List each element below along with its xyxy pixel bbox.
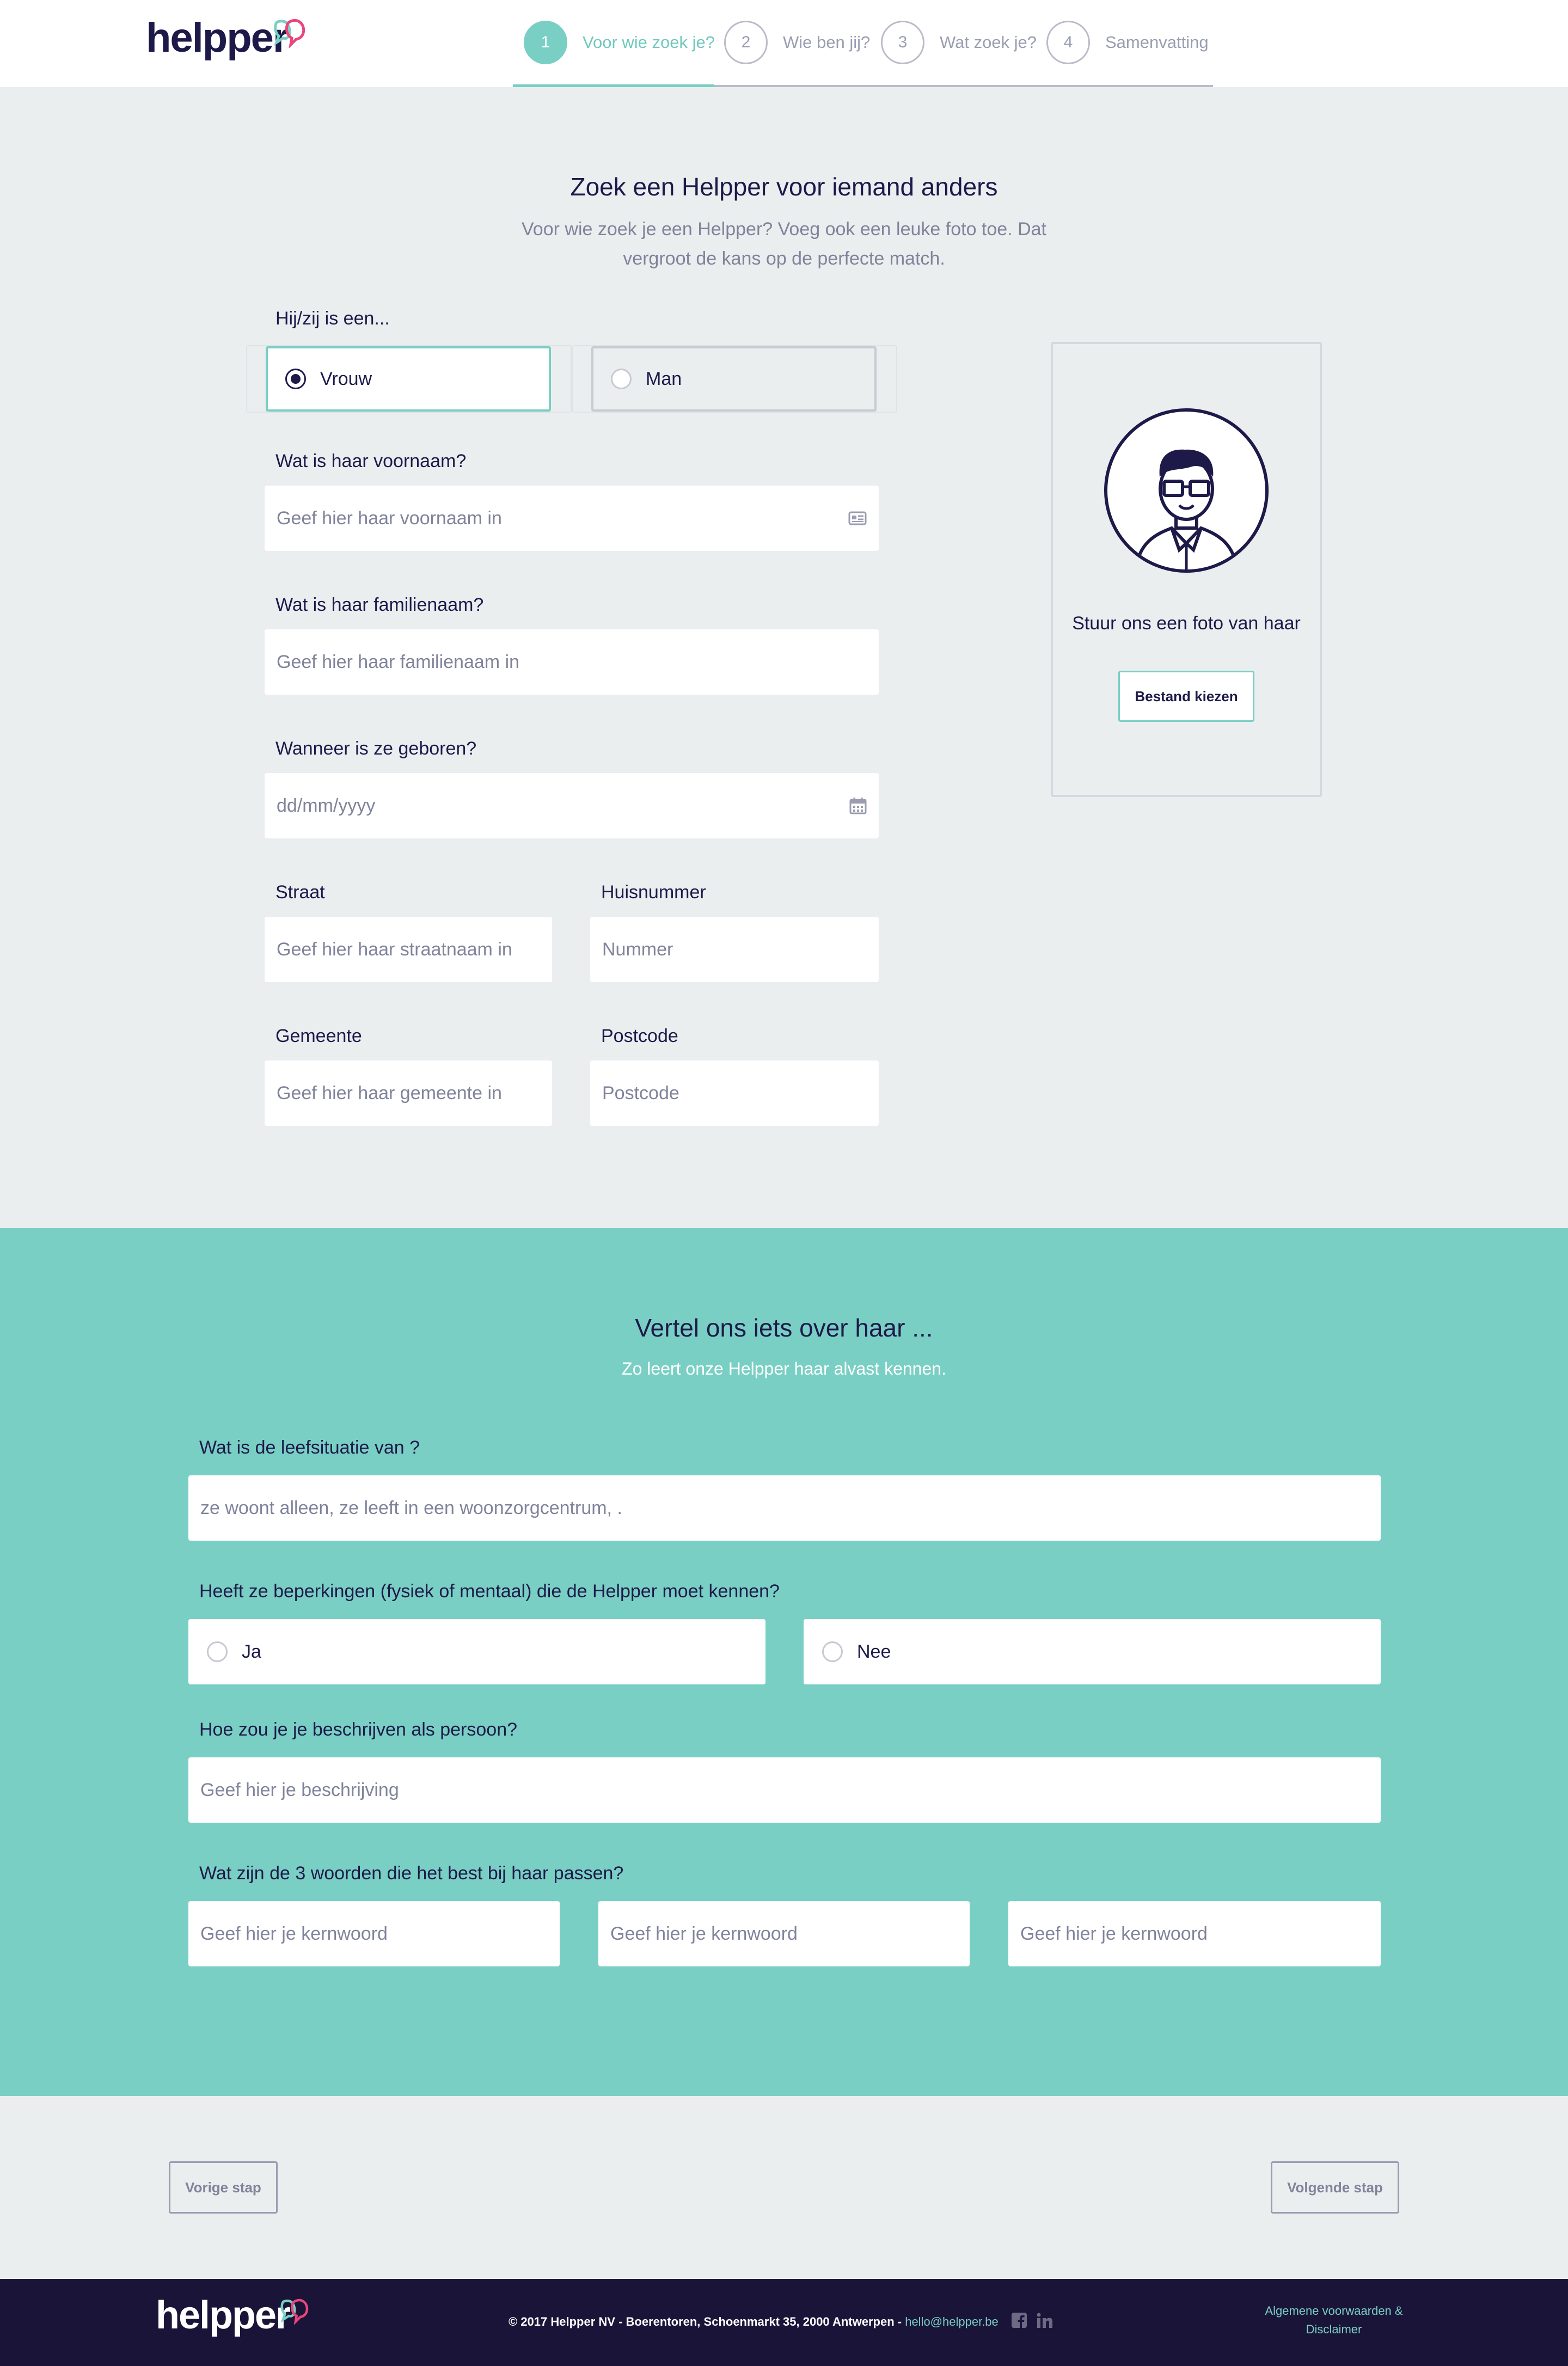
housenumber-label: Huisnummer (601, 882, 706, 903)
step-1-label: Voor wie zoek je? (583, 33, 715, 52)
step-3[interactable]: 3 Wat zoek je? (881, 21, 1037, 64)
firstname-label: Wat is haar voornaam? (275, 451, 467, 471)
zip-input[interactable]: Postcode (590, 1061, 879, 1126)
footer-copyright-line: © 2017 Helpper NV - Boerentoren, Schoenm… (509, 2315, 999, 2329)
step-2[interactable]: 2 Wie ben jij? (724, 21, 870, 64)
housenumber-placeholder: Nummer (602, 939, 673, 960)
birthdate-input[interactable]: dd/mm/yyyy (265, 773, 879, 838)
next-step-button[interactable]: Volgende stap (1271, 2161, 1399, 2214)
birthdate-label: Wanneer is ze geboren? (275, 738, 477, 759)
footer-copyright: © 2017 Helpper NV - Boerentoren, Schoenm… (509, 2315, 902, 2328)
lastname-label: Wat is haar familienaam? (275, 594, 484, 615)
photo-caption: Stuur ons een foto van haar (1072, 613, 1301, 634)
keyword-placeholder: Geef hier je kernwoord (200, 1923, 388, 1944)
living-situation-label: Wat is de leefsituatie van ? (199, 1437, 420, 1458)
lastname-placeholder: Geef hier haar familienaam in (277, 651, 520, 672)
radio-unchecked-icon (822, 1641, 843, 1662)
calendar-icon (849, 798, 867, 814)
gender-option-label: Man (646, 368, 682, 389)
about-subtitle: Zo leert onze Helpper haar alvast kennen… (622, 1359, 946, 1378)
keyword-placeholder: Geef hier je kernwoord (1020, 1923, 1208, 1944)
footer-logo[interactable]: helpper (156, 2293, 291, 2338)
describe-input[interactable]: Geef hier je beschrijving (188, 1757, 1381, 1823)
limitations-option-label: Ja (242, 1641, 261, 1662)
step-4-number: 4 (1046, 21, 1090, 64)
housenumber-input[interactable]: Nummer (590, 917, 879, 982)
keyword-placeholder: Geef hier je kernwoord (610, 1923, 798, 1944)
top-header: helpper 1 Voor wie zoek je? 2 Wie ben ji… (0, 0, 1568, 87)
helpper-logo[interactable]: helpper (146, 14, 289, 62)
linkedin-icon[interactable] (1037, 2313, 1053, 2328)
limitations-option-label: Nee (857, 1641, 891, 1662)
radio-checked-icon (285, 369, 306, 389)
footer-logo-speech-bubbles-icon (280, 2298, 309, 2325)
step-1-number: 1 (524, 21, 567, 64)
step-2-label: Wie ben jij? (783, 33, 871, 52)
step-4[interactable]: 4 Samenvatting (1046, 21, 1209, 64)
about-title: Vertel ons iets over haar ... (635, 1314, 933, 1342)
terms-link-line2: Disclaimer (1306, 2322, 1362, 2336)
footer-logo-wordmark: helpper (156, 2294, 291, 2337)
logo-wordmark: helpper (146, 15, 289, 61)
id-card-icon (848, 511, 867, 525)
lastname-input[interactable]: Geef hier haar familienaam in (265, 629, 879, 695)
limitations-option-nee[interactable]: Nee (804, 1619, 1381, 1684)
firstname-input[interactable]: Geef hier haar voornaam in (265, 486, 879, 551)
page-title: Zoek een Helpper voor iemand anders (570, 173, 998, 201)
step-progress-fill (513, 84, 714, 87)
step-2-number: 2 (724, 21, 768, 64)
gender-option-label: Vrouw (320, 368, 372, 389)
step-4-label: Samenvatting (1105, 33, 1209, 52)
step-3-label: Wat zoek je? (940, 33, 1037, 52)
page-subtitle-line1: Voor wie zoek je een Helpper? Voeg ook e… (522, 219, 1046, 240)
living-situation-placeholder: ze woont alleen, ze leeft in een woonzor… (200, 1497, 622, 1518)
logo-speech-bubbles-icon (274, 19, 305, 48)
city-label: Gemeente (275, 1026, 362, 1046)
street-placeholder: Geef hier haar straatnaam in (277, 939, 512, 960)
gender-option-man[interactable]: Man (591, 346, 877, 412)
avatar-illustration-icon (1104, 408, 1269, 573)
page-subtitle-line2: vergroot de kans op de perfecte match. (623, 248, 945, 269)
limitations-label: Heeft ze beperkingen (fysiek of mentaal)… (199, 1581, 780, 1602)
keyword-input-2[interactable]: Geef hier je kernwoord (598, 1901, 970, 1966)
terms-link[interactable]: Algemene voorwaarden & Disclaimer (1220, 2304, 1448, 2337)
keywords-label: Wat zijn de 3 woorden die het best bij h… (199, 1863, 624, 1884)
limitations-option-ja[interactable]: Ja (188, 1619, 765, 1684)
facebook-icon[interactable] (1012, 2313, 1027, 2328)
gender-label: Hij/zij is een... (275, 308, 390, 329)
keyword-input-3[interactable]: Geef hier je kernwoord (1008, 1901, 1381, 1966)
keyword-input-1[interactable]: Geef hier je kernwoord (188, 1901, 560, 1966)
previous-step-button[interactable]: Vorige stap (169, 2161, 278, 2214)
living-situation-input[interactable]: ze woont alleen, ze leeft in een woonzor… (188, 1475, 1381, 1541)
city-input[interactable]: Geef hier haar gemeente in (265, 1061, 552, 1126)
describe-label: Hoe zou je je beschrijven als persoon? (199, 1719, 518, 1740)
step-1[interactable]: 1 Voor wie zoek je? (524, 21, 715, 64)
footer: helpper © 2017 Helpper NV - Boerentoren,… (0, 2279, 1568, 2366)
street-label: Straat (275, 882, 325, 903)
street-input[interactable]: Geef hier haar straatnaam in (265, 917, 552, 982)
firstname-placeholder: Geef hier haar voornaam in (277, 507, 502, 529)
radio-unchecked-icon (611, 369, 632, 389)
city-placeholder: Geef hier haar gemeente in (277, 1082, 502, 1104)
choose-file-button[interactable]: Bestand kiezen (1118, 671, 1254, 722)
zip-placeholder: Postcode (602, 1082, 679, 1104)
step-3-number: 3 (881, 21, 924, 64)
zip-label: Postcode (601, 1026, 678, 1046)
terms-link-line1: Algemene voorwaarden & (1265, 2304, 1403, 2318)
radio-unchecked-icon (207, 1641, 228, 1662)
birthdate-placeholder: dd/mm/yyyy (277, 795, 376, 816)
gender-option-vrouw[interactable]: Vrouw (266, 346, 551, 412)
footer-email-link[interactable]: hello@helpper.be (905, 2315, 999, 2328)
describe-placeholder: Geef hier je beschrijving (200, 1779, 399, 1800)
